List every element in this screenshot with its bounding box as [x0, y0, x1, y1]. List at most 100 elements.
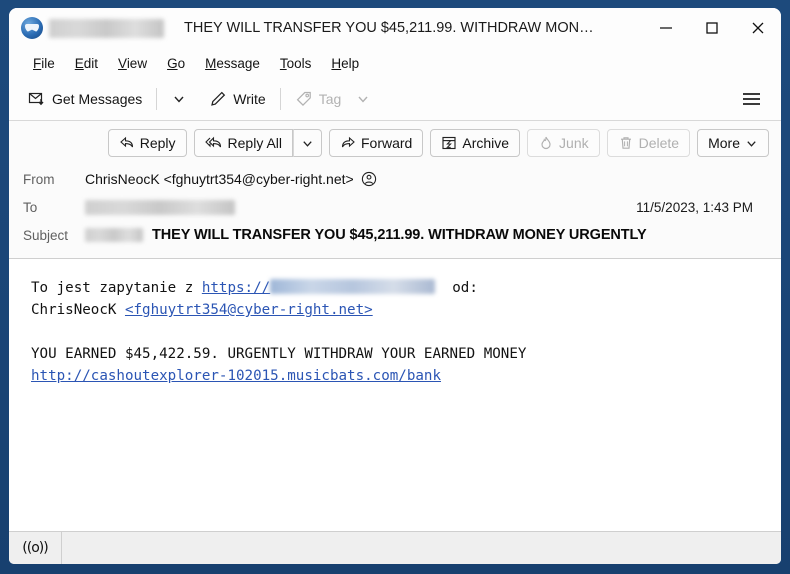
- minimize-icon: [660, 27, 672, 29]
- more-button[interactable]: More: [697, 129, 769, 157]
- close-button[interactable]: [735, 8, 781, 48]
- get-messages-label: Get Messages: [52, 91, 143, 107]
- archive-button[interactable]: Archive: [430, 129, 521, 157]
- menu-item-tools[interactable]: Tools: [270, 53, 322, 74]
- header-row-from: From ChrisNeocK <fghuytrt354@cyber-right…: [9, 165, 781, 193]
- menu-accesskey-message: M: [205, 55, 217, 71]
- menu-label-edit: dit: [83, 55, 99, 71]
- menu-label-message: essage: [216, 55, 260, 71]
- reply-button[interactable]: Reply: [107, 129, 187, 157]
- junk-button[interactable]: Junk: [527, 129, 600, 157]
- body-paragraph-3: YOU EARNED $45,422.59. URGENTLY WITHDRAW…: [31, 346, 527, 362]
- delete-label: Delete: [638, 135, 680, 151]
- menu-item-view[interactable]: View: [108, 53, 157, 74]
- body-paragraph-4: http://cashoutexplorer-102015.musicbats.…: [31, 365, 759, 387]
- menu-item-file[interactable]: File: [23, 53, 65, 74]
- forward-label: Forward: [361, 135, 413, 151]
- hamburger-line: [743, 103, 760, 105]
- body-paragraph-2: ChrisNeocK <fghuytrt354@cyber-right.net>: [31, 299, 759, 321]
- menu-item-edit[interactable]: Edit: [65, 53, 108, 74]
- thunderbird-icon: [21, 17, 43, 39]
- menu-bar: File Edit View Go Message Tools Help: [9, 48, 781, 78]
- menu-label-view: iew: [126, 55, 148, 71]
- subject-tag-redacted: [85, 228, 143, 242]
- menu-item-message[interactable]: Message: [195, 53, 270, 74]
- write-label: Write: [233, 91, 266, 107]
- subject-value: THEY WILL TRANSFER YOU $45,211.99. WITHD…: [152, 227, 647, 243]
- reply-all-dropdown[interactable]: [293, 129, 322, 157]
- from-value[interactable]: ChrisNeocK <fghuytrt354@cyber-right.net>: [85, 171, 354, 187]
- toolbar-separator-1: [156, 88, 158, 110]
- get-messages-dropdown[interactable]: [164, 88, 194, 110]
- delete-button[interactable]: Delete: [606, 129, 691, 157]
- status-bar: ((o)): [9, 531, 781, 564]
- reply-label: Reply: [139, 135, 176, 151]
- header-row-subject: Subject THEY WILL TRANSFER YOU $45,211.9…: [9, 221, 781, 249]
- menu-accesskey-file: F: [33, 55, 42, 71]
- write-button[interactable]: Write: [202, 86, 272, 112]
- menu-item-help[interactable]: Help: [321, 53, 369, 74]
- menu-accesskey-edit: E: [74, 55, 84, 71]
- menu-accesskey-help: H: [331, 55, 342, 71]
- tag-button[interactable]: Tag: [288, 86, 349, 112]
- menu-accesskey-tools: T: [279, 55, 287, 71]
- to-value-redacted[interactable]: [85, 199, 235, 215]
- message-date: 11/5/2023, 1:43 PM: [636, 199, 753, 215]
- menu-item-go[interactable]: Go: [157, 53, 195, 74]
- chevron-down-icon: [358, 96, 368, 103]
- minimize-button[interactable]: [643, 8, 689, 48]
- contact-avatar-icon[interactable]: [361, 171, 377, 187]
- reply-icon: [119, 136, 133, 148]
- to-label: To: [23, 199, 38, 215]
- get-messages-button[interactable]: Get Messages: [21, 86, 149, 112]
- menu-label-go: o: [177, 55, 186, 71]
- close-icon: [752, 22, 764, 34]
- menu-label-tools: ools: [286, 55, 312, 71]
- body-line2-prefix: ChrisNeocK: [31, 302, 125, 318]
- trash-icon: [620, 137, 631, 149]
- flame-icon: [541, 136, 551, 150]
- forward-icon: [341, 136, 355, 148]
- main-toolbar: Get Messages Write Tag: [9, 78, 781, 121]
- thunderbird-window: PC risk.com THEY WILL TRANSFER YOU $45,2…: [0, 0, 790, 574]
- maximize-button[interactable]: [689, 8, 735, 48]
- from-label: From: [23, 171, 55, 187]
- online-status-icon[interactable]: ((o)): [9, 532, 62, 564]
- tag-icon: [296, 91, 311, 106]
- body-line2-email-link[interactable]: <fghuytrt354@cyber-right.net>: [125, 302, 373, 318]
- message-body: To jest zapytanie z https:// od: ChrisNe…: [9, 259, 781, 531]
- subject-label: Subject: [23, 227, 69, 243]
- reply-all-button[interactable]: Reply All: [193, 129, 293, 157]
- chevron-down-icon: [303, 140, 312, 147]
- message-header: Reply Reply All Forward Archive Junk Del…: [9, 121, 781, 259]
- more-label: More: [708, 135, 740, 151]
- tag-label: Tag: [318, 91, 342, 107]
- chevron-down-icon: [747, 140, 756, 147]
- body-paragraph-1: To jest zapytanie z https:// od:: [31, 277, 759, 299]
- body-line1-prefix: To jest zapytanie z: [31, 280, 202, 296]
- body-line1-link-redacted[interactable]: [270, 279, 436, 294]
- hamburger-line: [743, 98, 760, 100]
- reply-all-icon: [204, 136, 221, 148]
- menu-accesskey-go: G: [167, 55, 178, 71]
- chevron-down-icon: [174, 96, 184, 103]
- hamburger-line: [743, 93, 760, 95]
- forward-button[interactable]: Forward: [329, 129, 424, 157]
- maximize-icon: [706, 22, 718, 34]
- menu-accesskey-view: V: [118, 55, 127, 71]
- reply-all-label: Reply All: [227, 135, 282, 151]
- app-menu-button[interactable]: [734, 86, 769, 112]
- body-line4-link[interactable]: http://cashoutexplorer-102015.musicbats.…: [31, 368, 441, 384]
- from-value-wrap: ChrisNeocK <fghuytrt354@cyber-right.net>: [85, 171, 377, 187]
- junk-label: Junk: [559, 135, 589, 151]
- toolbar-separator-2: [279, 88, 281, 110]
- window-title: THEY WILL TRANSFER YOU $45,211.99. WITHD…: [184, 20, 594, 36]
- menu-label-help: elp: [341, 55, 360, 71]
- pencil-icon: [211, 91, 226, 106]
- body-line1-suffix: od:: [435, 280, 478, 296]
- tag-dropdown[interactable]: [348, 88, 378, 110]
- title-bar: THEY WILL TRANSFER YOU $45,211.99. WITHD…: [9, 8, 781, 48]
- body-line1-link[interactable]: https://: [202, 280, 270, 296]
- header-row-to: To 11/5/2023, 1:43 PM: [9, 193, 781, 221]
